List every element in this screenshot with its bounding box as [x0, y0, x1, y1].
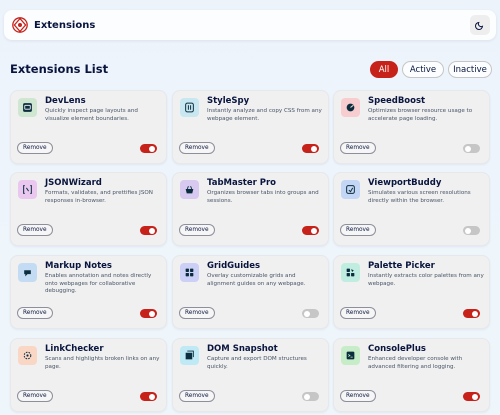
extension-card: GridGuides Overlay customizable grids and…	[172, 255, 329, 329]
remove-button[interactable]: Remove	[17, 307, 53, 319]
consoleplus-icon	[341, 346, 360, 365]
linkchecker-icon	[18, 346, 37, 365]
remove-button[interactable]: Remove	[179, 307, 215, 319]
extension-description: Enhanced developer console with advanced…	[368, 356, 463, 370]
extension-description: Overlay customizable grids and alignment…	[207, 273, 306, 287]
viewportbuddy-icon	[341, 180, 360, 199]
remove-button[interactable]: Remove	[179, 142, 215, 154]
domsnapshot-icon	[180, 346, 199, 365]
remove-button[interactable]: Remove	[340, 224, 376, 236]
extension-name: SpeedBoost	[368, 96, 426, 106]
filter-group: All Active Inactive	[370, 61, 492, 78]
active-toggle[interactable]	[140, 226, 157, 235]
devlens-icon	[18, 98, 37, 117]
active-toggle[interactable]	[140, 309, 157, 318]
palettepicker-icon	[341, 263, 360, 282]
extension-description: Capture and export DOM structures quickl…	[207, 356, 307, 370]
remove-button[interactable]: Remove	[179, 390, 215, 402]
logo-icon	[12, 17, 28, 33]
extension-description: Formats, validates, and prettifies JSON …	[45, 190, 153, 204]
extension-name: ViewportBuddy	[368, 178, 442, 188]
extension-description: Scans and highlights broken links on any…	[45, 356, 160, 370]
active-toggle[interactable]	[463, 309, 480, 318]
moon-icon	[475, 21, 484, 30]
extension-description: Instantly extracts color palettes from a…	[368, 273, 484, 287]
gridguides-icon	[180, 263, 199, 282]
page-title: Extensions List	[10, 62, 109, 76]
active-toggle[interactable]	[140, 392, 157, 401]
extension-card: DevLens Quickly inspect page layouts and …	[10, 90, 167, 164]
tabmaster-icon	[180, 180, 199, 199]
remove-button[interactable]: Remove	[340, 142, 376, 154]
theme-toggle-button[interactable]	[470, 15, 490, 35]
extension-description: Simulates various screen resolutions dir…	[368, 190, 471, 204]
remove-button[interactable]: Remove	[17, 142, 53, 154]
active-toggle[interactable]	[302, 226, 319, 235]
active-toggle[interactable]	[140, 144, 157, 153]
extension-name: DOM Snapshot	[207, 344, 278, 354]
filter-all[interactable]: All	[370, 61, 398, 78]
extension-description: Instantly analyze and copy CSS from any …	[207, 108, 322, 122]
extension-description: Organizes browser tabs into groups and s…	[207, 190, 319, 204]
header-bar: Extensions	[4, 10, 496, 40]
extension-name: StyleSpy	[207, 96, 250, 106]
remove-button[interactable]: Remove	[340, 390, 376, 402]
extension-description: Optimizes browser resource usage to acce…	[368, 108, 473, 122]
stylespy-icon	[180, 98, 199, 117]
extension-name: ConsolePlus	[368, 344, 426, 354]
markupnotes-icon	[18, 263, 37, 282]
app-name: Extensions	[34, 19, 96, 31]
extension-card: DOM Snapshot Capture and export DOM struc…	[172, 338, 329, 412]
extension-card: Palette Picker Instantly extracts color p…	[333, 255, 490, 329]
extension-name: GridGuides	[207, 261, 261, 271]
extension-card: Markup Notes Enables annotation and notes…	[10, 255, 167, 329]
filter-active[interactable]: Active	[402, 61, 444, 78]
remove-button[interactable]: Remove	[17, 224, 53, 236]
remove-button[interactable]: Remove	[179, 224, 215, 236]
extension-name: JSONWizard	[45, 178, 102, 188]
extension-description: Quickly inspect page layouts and visuali…	[45, 108, 138, 122]
extension-card: ViewportBuddy Simulates various screen re…	[333, 172, 490, 246]
extension-card: ConsolePlus Enhanced developer console wi…	[333, 338, 490, 412]
active-toggle[interactable]	[302, 144, 319, 153]
remove-button[interactable]: Remove	[17, 390, 53, 402]
active-toggle[interactable]	[463, 144, 480, 153]
speedboost-icon	[341, 98, 360, 117]
remove-button[interactable]: Remove	[340, 307, 376, 319]
extension-name: LinkChecker	[45, 344, 104, 354]
active-toggle[interactable]	[463, 392, 480, 401]
extension-card: LinkChecker Scans and highlights broken l…	[10, 338, 167, 412]
extension-card: JSONWizard Formats, validates, and pretti…	[10, 172, 167, 246]
filter-inactive[interactable]: Inactive	[448, 61, 492, 78]
extension-description: Enables annotation and notes directly on…	[45, 273, 152, 295]
extension-card: SpeedBoost Optimizes browser resource usa…	[333, 90, 490, 164]
extension-card: TabMaster Pro Organizes browser tabs into…	[172, 172, 329, 246]
extension-name: TabMaster Pro	[207, 178, 277, 188]
active-toggle[interactable]	[463, 226, 480, 235]
active-toggle[interactable]	[302, 392, 319, 401]
extension-card: StyleSpy Instantly analyze and copy CSS f…	[172, 90, 329, 164]
active-toggle[interactable]	[302, 309, 319, 318]
extension-name: Palette Picker	[368, 261, 435, 271]
extension-name: Markup Notes	[45, 261, 112, 271]
jsonwizard-icon	[18, 180, 37, 199]
extension-name: DevLens	[45, 96, 86, 106]
